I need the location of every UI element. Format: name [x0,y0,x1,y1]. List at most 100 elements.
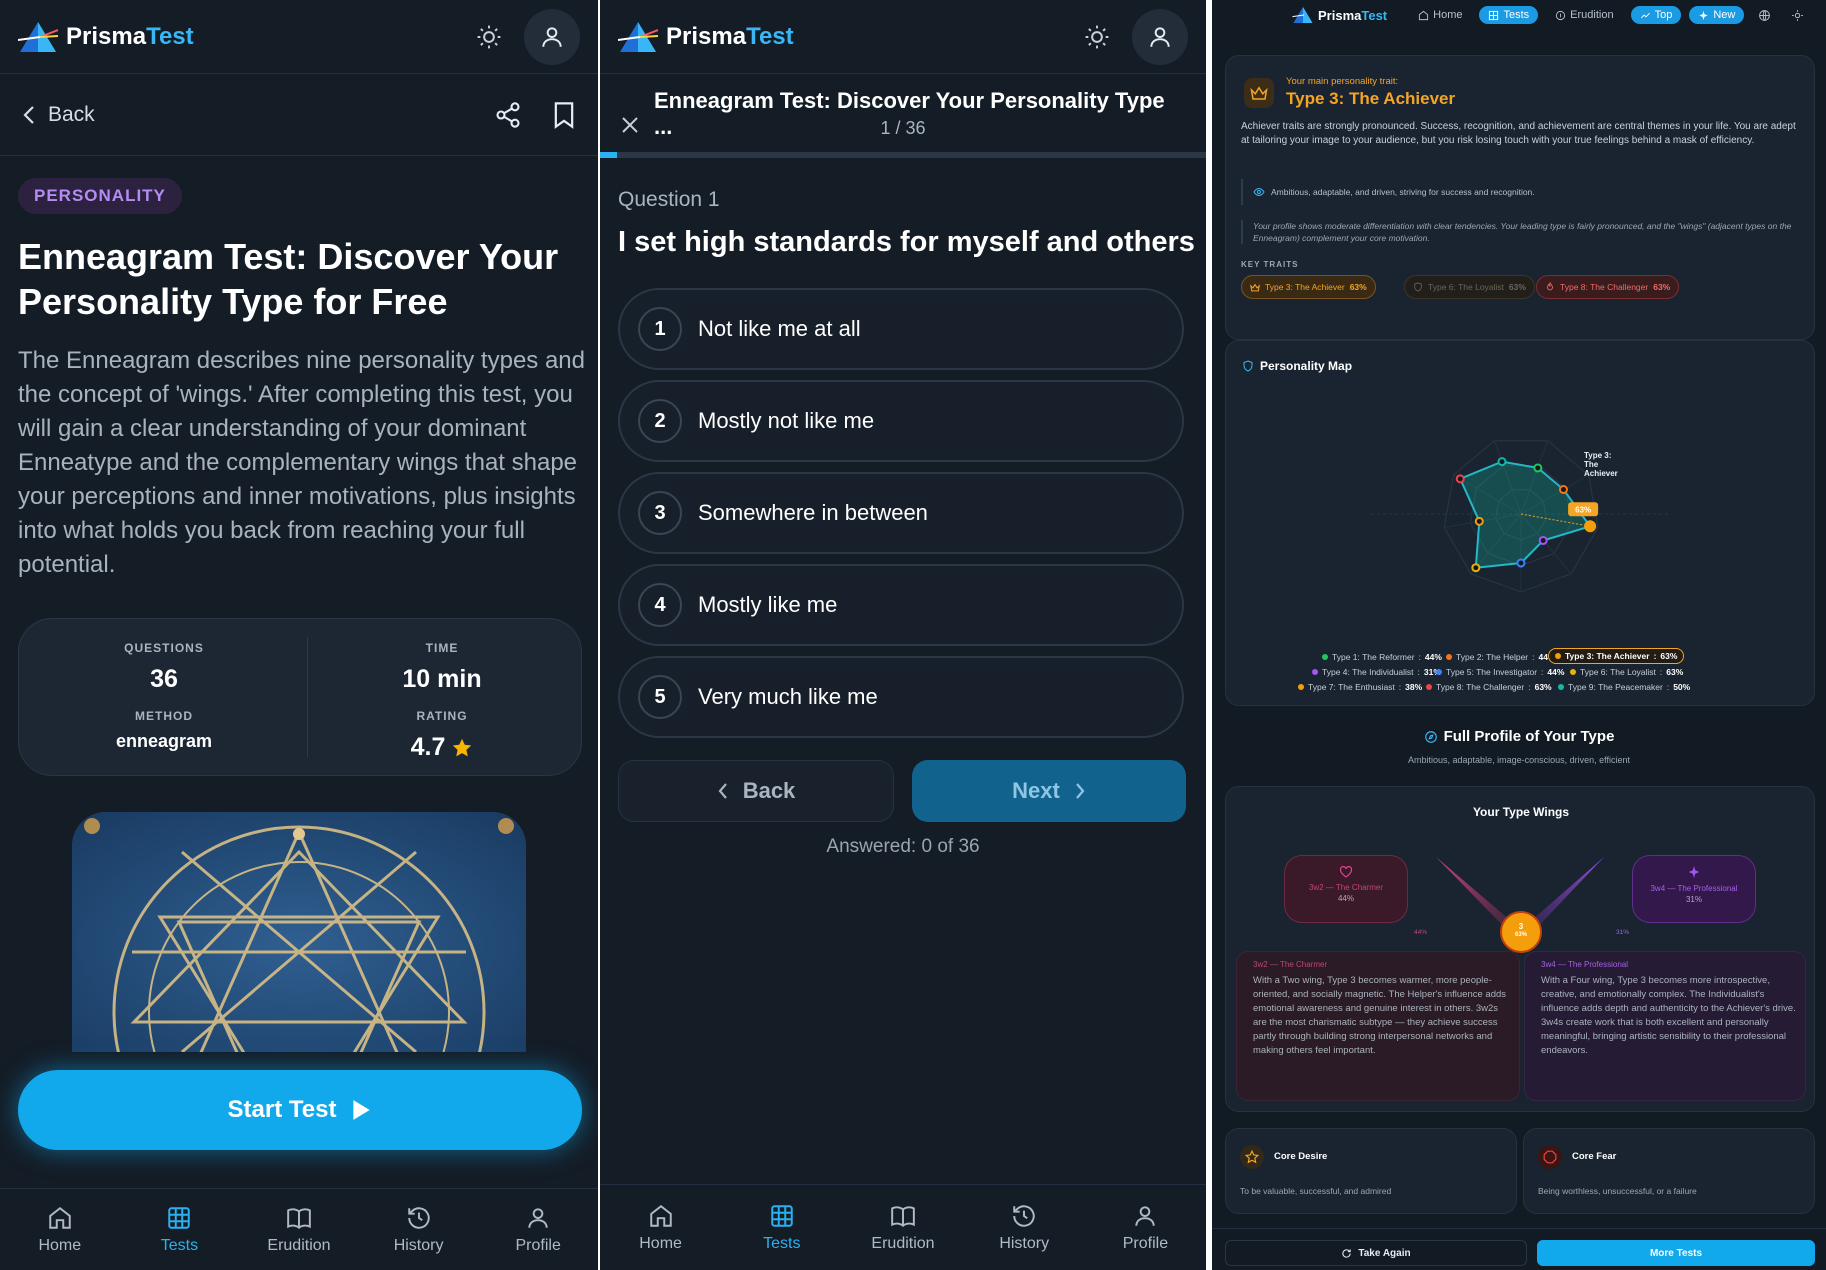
bottom-nav-tests[interactable]: Tests [120,1189,240,1270]
previous-question-button[interactable]: Back [618,760,894,822]
radar-point-2[interactable] [1558,485,1568,495]
back-button[interactable]: Back [22,103,95,127]
bottom-nav: Home Tests Erudition History Profile [0,1188,598,1270]
legend-value: 38% [1405,682,1423,692]
full-profile-subtitle: Ambitious, adaptable, image-conscious, d… [1408,755,1630,765]
legend-item-type3[interactable]: Type 3: The Achiever: 63% [1548,648,1685,664]
legend-item-type1[interactable]: Type 1: The Reformer: 44% [1322,652,1442,662]
legend-item-type8[interactable]: Type 8: The Challenger: 63% [1426,682,1552,692]
profile-button[interactable] [1132,8,1188,65]
legend-item-type6[interactable]: Type 6: The Loyalist: 63% [1570,667,1683,677]
top-nav-new[interactable]: New [1689,6,1745,24]
radar-point-1[interactable] [1533,463,1543,473]
brand-logo[interactable]: Prisma Test [1292,6,1387,24]
info-icon [1556,10,1566,20]
brand-logo[interactable]: Prisma Test [18,20,194,54]
answer-option-3[interactable]: 3 Somewhere in between [618,472,1184,554]
bottom-nav-erudition[interactable]: Erudition [842,1185,963,1270]
bottom-nav-history[interactable]: History [964,1185,1085,1270]
bookmark-button[interactable] [552,101,576,129]
answer-option-2[interactable]: 2 Mostly not like me [618,380,1184,462]
start-test-button[interactable]: Start Test [18,1070,582,1150]
bottom-nav-home[interactable]: Home [0,1189,120,1270]
legend-item-type4[interactable]: Type 4: The Individualist: 31% [1312,667,1441,677]
bottom-nav-tests-label: Tests [160,1236,199,1254]
stat-method-label: METHOD [135,709,193,723]
brand-logo[interactable]: Prisma Test [618,20,794,54]
take-again-button[interactable]: Take Again [1225,1240,1527,1266]
top-nav-tests[interactable]: Tests [1479,6,1539,24]
answer-option-1[interactable]: 1 Not like me at all [618,288,1184,370]
core-desire-text: To be valuable, successful, and admired [1240,1186,1392,1196]
quiz-header: Enneagram Test: Discover Your Personalit… [600,74,1206,154]
radar-point-9[interactable] [1497,457,1507,467]
profile-button[interactable] [524,8,580,65]
top-nav-home-label: Home [1433,9,1463,21]
key-trait-chip[interactable]: Type 8: The Challenger 63% [1536,275,1680,299]
bottom-nav-erudition[interactable]: Erudition [239,1189,359,1270]
personality-map-card: Personality Map 63% Type 3: The Achiever… [1225,340,1815,706]
brand-name-part1: Prisma [66,22,147,50]
bottom-nav-home-label: Home [639,1234,682,1252]
bottom-nav-profile[interactable]: Profile [478,1189,598,1270]
start-test-label: Start Test [227,1096,337,1123]
top-nav-home[interactable]: Home [1409,6,1471,24]
sun-icon [1792,9,1804,21]
top-nav-erudition[interactable]: Erudition [1546,6,1622,24]
legend-dot [1426,684,1432,690]
legend-dot [1555,653,1561,659]
question-text: I set high standards for myself and othe… [618,226,1195,258]
home-icon [49,1206,71,1229]
legend-label: Type 1: The Reformer [1332,652,1415,662]
bottom-nav-profile-label: Profile [1122,1234,1169,1252]
share-button[interactable] [494,101,522,129]
radar-point-4[interactable] [1538,535,1548,545]
star-icon [1245,1150,1259,1164]
theme-toggle-button[interactable] [476,24,502,50]
radar-point-6[interactable] [1471,563,1481,573]
more-tests-label: More Tests [1649,1247,1703,1259]
top-nav-top[interactable]: Top [1630,6,1682,24]
legend-item-type2[interactable]: Type 2: The Helper: 44% [1446,652,1556,662]
legend-item-type9[interactable]: Type 9: The Peacemaker: 50% [1558,682,1690,692]
app-header: Prisma Test [0,0,598,74]
more-tests-button[interactable]: More Tests [1537,1240,1815,1266]
bottom-nav-history[interactable]: History [359,1189,479,1270]
refresh-icon [1342,1248,1352,1258]
radar-highlight-value: 63% [1575,505,1591,514]
key-trait-chip[interactable]: Type 6: The Loyalist 63% [1404,275,1535,299]
bottom-nav-home[interactable]: Home [600,1185,721,1270]
language-button[interactable] [1752,6,1777,25]
legend-label: Type 4: The Individualist [1322,667,1414,677]
answer-option-5[interactable]: 5 Very much like me [618,656,1184,738]
test-hero-image [72,812,526,1052]
answered-count: Answered: 0 of 36 [826,836,980,857]
legend-label: Type 2: The Helper [1456,652,1529,662]
back-label: Back [48,102,95,126]
stat-time-value: 10 min [402,665,482,693]
legend-item-type5[interactable]: Type 5: The Investigator: 44% [1436,667,1564,677]
next-question-button[interactable]: Next [912,760,1186,822]
theme-toggle-button[interactable] [1785,6,1810,25]
key-trait-chip[interactable]: Type 3: The Achiever 63% [1241,275,1376,299]
summary-line: Ambitious, adaptable, and driven, strivi… [1241,179,1801,205]
bottom-nav-tests[interactable]: Tests [721,1185,842,1270]
stat-method: METHOD enneagram [29,709,299,752]
answer-option-4[interactable]: 4 Mostly like me [618,564,1184,646]
home-icon [1419,10,1429,20]
radar-point-3[interactable] [1584,520,1597,533]
top-nav-top-label: Top [1654,9,1673,21]
wings-diagram [1436,857,1604,953]
bottom-nav: Home Tests Erudition History Profile [600,1184,1206,1270]
legend-value: 63% [1666,667,1684,677]
radar-point-8[interactable] [1455,474,1465,484]
book-icon [287,1207,311,1229]
theme-toggle-button[interactable] [1084,24,1110,50]
bottom-nav-profile[interactable]: Profile [1085,1185,1206,1270]
legend-item-type7[interactable]: Type 7: The Enthusiast: 38% [1298,682,1422,692]
radar-point-7[interactable] [1474,516,1484,526]
core-desire-card: Core Desire To be valuable, successful, … [1225,1128,1517,1214]
grid-icon [771,1204,793,1227]
bottom-nav-erudition-label: Erudition [871,1234,935,1252]
radar-point-5[interactable] [1516,558,1526,568]
